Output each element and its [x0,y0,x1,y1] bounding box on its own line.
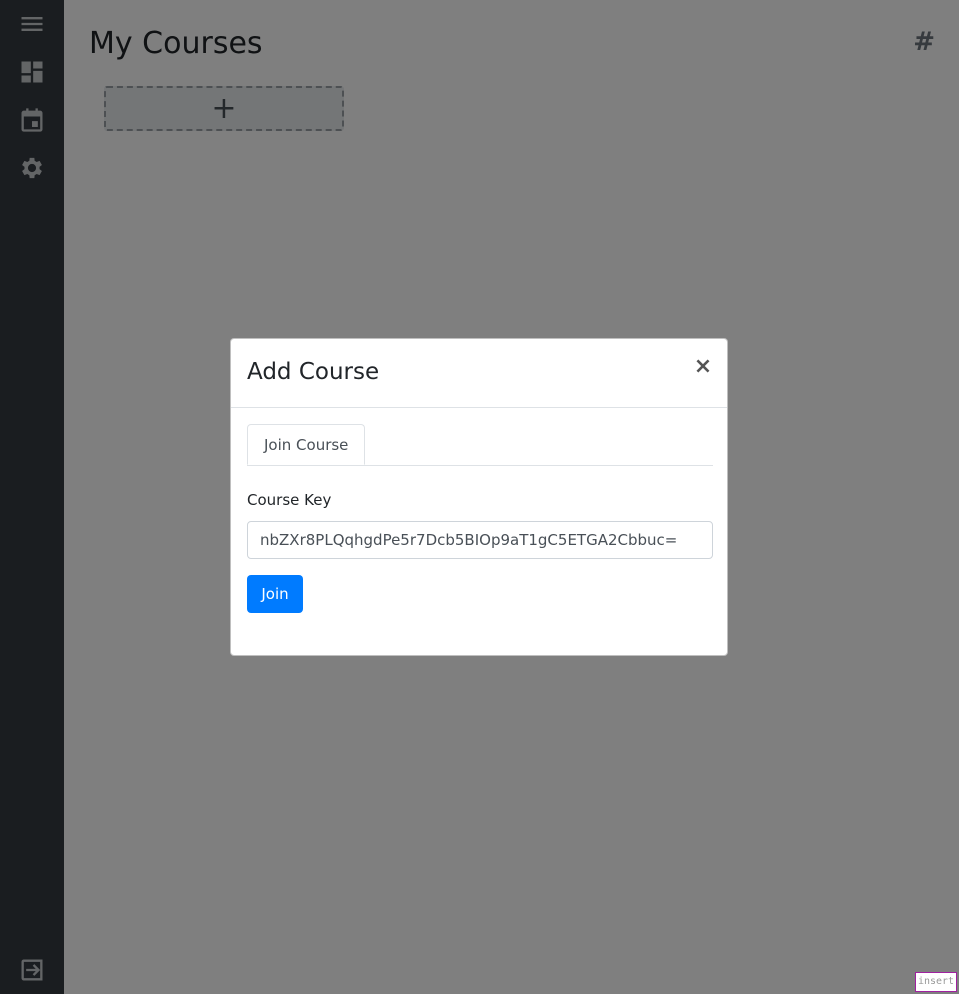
course-key-input[interactable] [247,521,713,559]
course-key-label: Course Key [247,491,332,509]
insert-mode-indicator: insert [915,972,957,992]
add-course-modal: Add Course × Join Course Course Key Join [230,338,728,656]
tab-join-course[interactable]: Join Course [247,424,366,465]
modal-title: Add Course [247,359,380,385]
close-icon[interactable]: × [693,355,713,379]
modal-tabs: Join Course [247,423,713,466]
modal-header: Add Course × [231,339,727,408]
join-button[interactable]: Join [247,575,303,613]
